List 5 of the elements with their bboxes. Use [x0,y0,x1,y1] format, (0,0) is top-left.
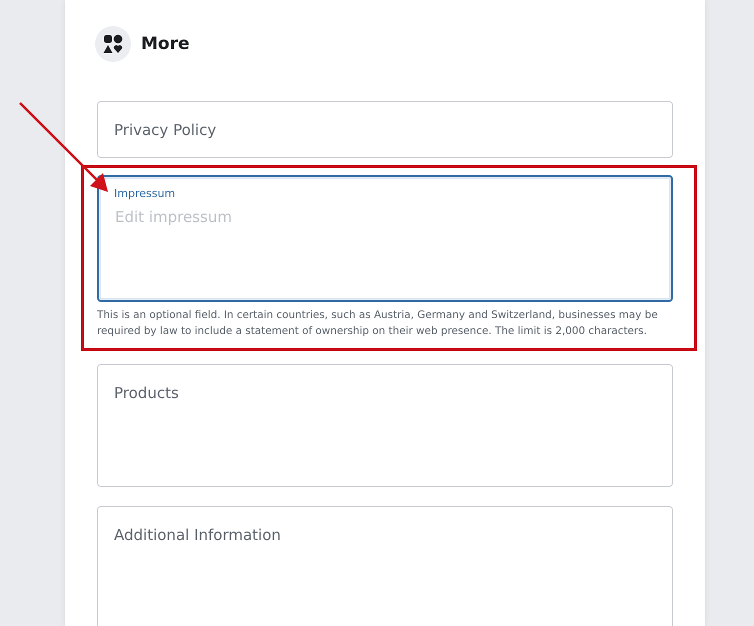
help-text: This is an optional field. In certain countries, such as Austria, Germany and Switzerland, businesses may be required by law to include a statement of ownership on their web presence. The limit is 2,000 characters. [97,308,659,339]
section-title: More [141,34,190,54]
input-field[interactable]: Privacy Policy [97,101,673,158]
shapes-icon [95,26,131,62]
field-label: Impressum [114,187,176,201]
